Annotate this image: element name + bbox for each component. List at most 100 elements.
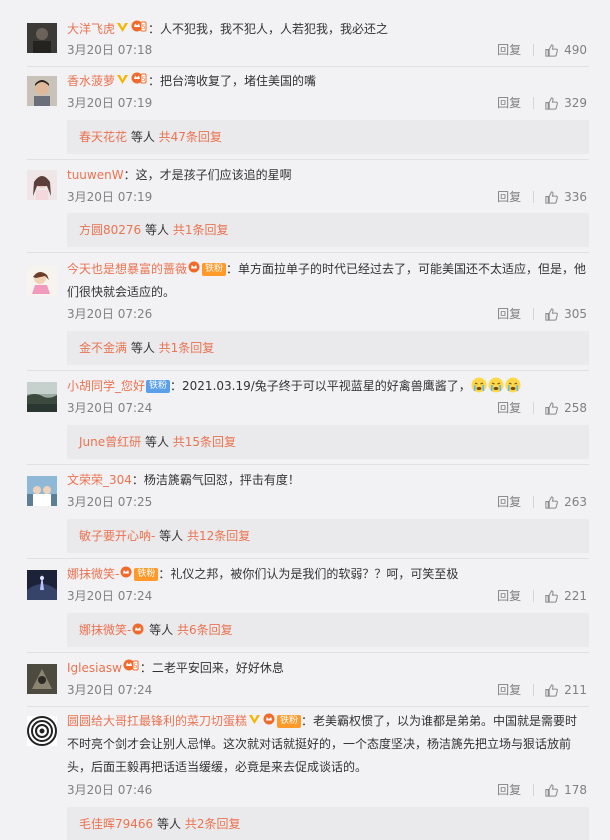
fan-badge: 铁粉 bbox=[134, 568, 159, 581]
fan-badge: 铁粉 bbox=[277, 715, 302, 728]
avatar[interactable] bbox=[27, 476, 57, 506]
username-link[interactable]: Iglesiasw bbox=[67, 661, 122, 675]
divider bbox=[27, 159, 589, 160]
comment-actions: 回复 211 bbox=[497, 682, 587, 698]
sub-reply-mid: 等人 bbox=[145, 623, 177, 637]
reply-button[interactable]: 回复 bbox=[497, 782, 521, 798]
crying-emoji-icon bbox=[488, 377, 504, 393]
reply-button[interactable]: 回复 bbox=[497, 588, 521, 604]
username-link[interactable]: 大洋飞虎 bbox=[67, 22, 115, 36]
divider bbox=[533, 308, 535, 320]
member-crown-icon bbox=[120, 563, 132, 586]
divider bbox=[533, 784, 535, 796]
svg-text:5: 5 bbox=[133, 663, 137, 670]
sub-reply-box: 娜抹微笑- 等人 共6条回复 bbox=[67, 613, 589, 647]
sub-reply-user[interactable]: 方圆80276 bbox=[79, 223, 141, 237]
comment-text: 圆圆给大哥扛最锋利的菜刀切蛋糕 铁粉 ：老美霸权惯了，以为谁都是弟弟。中国就是需要时… bbox=[67, 710, 589, 779]
like-icon[interactable] bbox=[544, 43, 559, 58]
comment-time: 3月20日 07:19 bbox=[67, 96, 153, 110]
like-icon[interactable] bbox=[544, 307, 559, 322]
comment-time: 3月20日 07:19 bbox=[67, 190, 153, 204]
sub-reply-count-link[interactable]: 共1条回复 bbox=[159, 341, 215, 355]
comment-actions: 回复 329 bbox=[497, 95, 587, 111]
like-count: 178 bbox=[564, 783, 587, 797]
reply-button[interactable]: 回复 bbox=[497, 494, 521, 510]
avatar[interactable] bbox=[27, 664, 57, 694]
comment-body: ：这，才是孩子们应该追的星啊 bbox=[123, 168, 292, 182]
username-link[interactable]: 圆圆给大哥扛最锋利的菜刀切蛋糕 bbox=[67, 714, 247, 728]
reply-button[interactable]: 回复 bbox=[497, 306, 521, 322]
member-crown-icon: 5 bbox=[123, 657, 139, 680]
comment-text: 小胡同学_您好 铁粉 ：2021.03.19/兔子终于可以平视蓝星的好禽兽鹰酱了， bbox=[67, 375, 589, 398]
reply-button[interactable]: 回复 bbox=[497, 95, 521, 111]
sub-reply-count-link[interactable]: 共12条回复 bbox=[187, 529, 250, 543]
reply-button[interactable]: 回复 bbox=[497, 682, 521, 698]
sub-reply-box: 金不金满 等人 共1条回复 bbox=[67, 331, 589, 365]
sub-reply-count-link[interactable]: 共1条回复 bbox=[173, 223, 229, 237]
divider bbox=[27, 66, 589, 67]
comment-actions: 回复 178 bbox=[497, 782, 587, 798]
username-link[interactable]: 小胡同学_您好 bbox=[67, 379, 145, 393]
sub-reply-mid: 等人 bbox=[155, 529, 187, 543]
comment-actions: 回复 258 bbox=[497, 400, 587, 416]
like-count: 336 bbox=[564, 190, 587, 204]
avatar[interactable] bbox=[27, 716, 57, 746]
like-icon[interactable] bbox=[544, 96, 559, 111]
like-icon[interactable] bbox=[544, 495, 559, 510]
fan-badge: 铁粉 bbox=[202, 263, 227, 276]
comment-time: 3月20日 07:26 bbox=[67, 307, 153, 321]
avatar[interactable] bbox=[27, 76, 57, 106]
username-link[interactable]: 娜抹微笑- bbox=[67, 567, 119, 581]
avatar[interactable] bbox=[27, 266, 57, 296]
svg-text:5: 5 bbox=[142, 24, 146, 31]
avatar[interactable] bbox=[27, 382, 57, 412]
sub-reply-count-link[interactable]: 共2条回复 bbox=[185, 817, 241, 831]
sub-reply-user[interactable]: 毛佳晖79466 bbox=[79, 817, 153, 831]
avatar[interactable] bbox=[27, 170, 57, 200]
comment-text: Iglesiasw 5 ：二老平安回来，好好休息 bbox=[67, 657, 589, 680]
reply-button[interactable]: 回复 bbox=[497, 400, 521, 416]
username-link[interactable]: 文荣荣_304 bbox=[67, 473, 132, 487]
divider bbox=[533, 496, 535, 508]
avatar[interactable] bbox=[27, 570, 57, 600]
comment-time: 3月20日 07:18 bbox=[67, 43, 153, 57]
comment-body: ：把台湾收复了，堵住美国的嘴 bbox=[148, 74, 317, 88]
fan-badge: 铁粉 bbox=[146, 380, 171, 393]
like-icon[interactable] bbox=[544, 401, 559, 416]
avatar[interactable] bbox=[27, 23, 57, 53]
comment-time: 3月20日 07:25 bbox=[67, 495, 153, 509]
like-icon[interactable] bbox=[544, 589, 559, 604]
reply-button[interactable]: 回复 bbox=[497, 189, 521, 205]
sub-reply-user[interactable]: 娜抹微笑- bbox=[79, 623, 131, 637]
comment-body-continued: 不时亮个剑才会让别人忌惮。这次就对话就挺好的，一个态度坚决，杨洁篪先把立场与狠话… bbox=[67, 737, 572, 751]
username-link[interactable]: 今天也是想暴富的蔷薇 bbox=[67, 262, 187, 276]
like-icon[interactable] bbox=[544, 683, 559, 698]
sub-reply-user[interactable]: 春天花花 bbox=[79, 130, 127, 144]
username-link[interactable]: 香水菠萝 bbox=[67, 74, 115, 88]
comment-list: 大洋飞虎 5 ：人不犯我，我不犯人，人若犯我，我必还之 3月20日 07:18 回复… bbox=[0, 0, 610, 840]
comment-text: 娜抹微笑- 铁粉 ：礼仪之邦，被你们认为是我们的软弱？？呵，可笑至极 bbox=[67, 563, 589, 586]
divider bbox=[27, 652, 589, 653]
sub-reply-count-link[interactable]: 共47条回复 bbox=[159, 130, 222, 144]
sub-reply-user[interactable]: 敏子要开心呐- bbox=[79, 529, 155, 543]
reply-button[interactable]: 回复 bbox=[497, 42, 521, 58]
sub-reply-box: 敏子要开心呐- 等人 共12条回复 bbox=[67, 519, 589, 553]
like-icon[interactable] bbox=[544, 783, 559, 798]
comment-text: tuuwenW：这，才是孩子们应该追的星啊 bbox=[67, 164, 589, 187]
svg-text:5: 5 bbox=[142, 76, 146, 83]
comment-body: ：杨洁篪霸气回怼，抨击有度！ bbox=[131, 473, 300, 487]
sub-reply-count-link[interactable]: 共6条回复 bbox=[177, 623, 233, 637]
sub-reply-user[interactable]: 金不金满 bbox=[79, 341, 127, 355]
comment-body: ：单方面拉单子的时代已经过去了，可能美国还不太适应，但是，他 bbox=[226, 262, 587, 276]
crying-emoji-icon bbox=[471, 377, 487, 393]
comment-actions: 回复 336 bbox=[497, 189, 587, 205]
like-icon[interactable] bbox=[544, 190, 559, 205]
comment-body-continued: 头，后面王毅再把话适当缓缓，必竟是来去促成谈话的。 bbox=[67, 760, 368, 774]
username-link[interactable]: tuuwenW bbox=[67, 168, 124, 182]
sub-reply-user[interactable]: June曾红研 bbox=[79, 435, 141, 449]
sub-reply-count-link[interactable]: 共15条回复 bbox=[173, 435, 236, 449]
sub-reply-mid: 等人 bbox=[153, 817, 185, 831]
comment-body: ：二老平安回来，好好休息 bbox=[139, 661, 284, 675]
divider bbox=[27, 706, 589, 707]
vip-icon bbox=[248, 710, 261, 733]
